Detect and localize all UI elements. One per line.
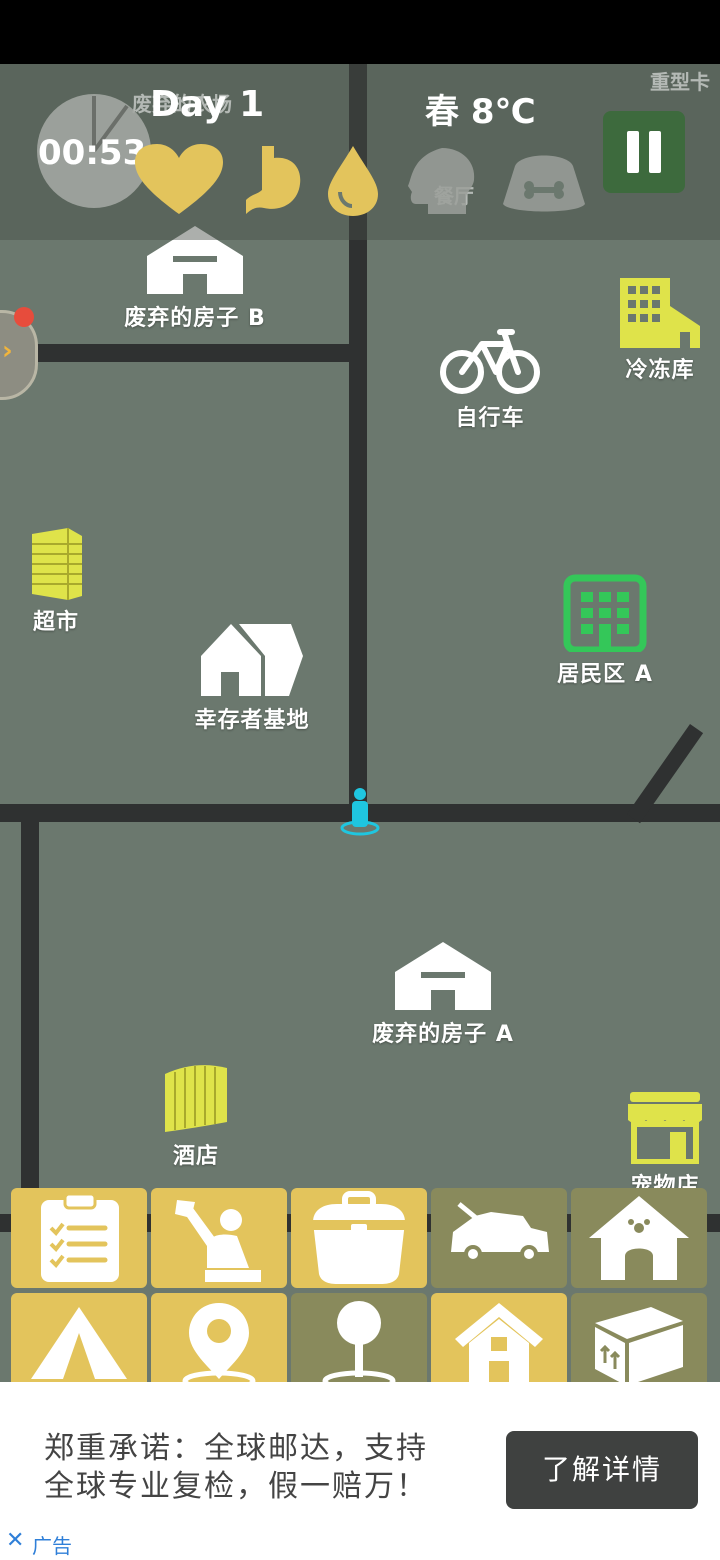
location-label: 超市 [32, 610, 79, 635]
camp-button[interactable] [11, 1293, 147, 1393]
apartment-tower-icon [32, 528, 82, 600]
residential-building-icon [563, 574, 647, 652]
location-pin-icon [182, 1303, 256, 1392]
ad-close-icon[interactable]: ✕ [6, 1528, 24, 1553]
stomach-icon [246, 146, 301, 214]
game-screen: 废弃的房子 B 自行车 冷冻库 超市 幸存者基地 居民区 A 废弃的房子 A 酒… [0, 0, 720, 1560]
crafting-icon [175, 1200, 261, 1282]
chevron-right-icon: › [2, 336, 13, 366]
car-icon [451, 1202, 549, 1263]
pause-button[interactable] [603, 111, 685, 193]
ad-text-line: 郑重承诺：全球邮达，支持 [44, 1431, 428, 1466]
location-label: 自行车 [455, 406, 525, 431]
location-label: 废弃的房子 A [372, 1022, 514, 1047]
water-drop-icon [328, 146, 378, 216]
location-pet-store[interactable]: 宠物店 [610, 1090, 720, 1200]
home-button[interactable] [431, 1293, 567, 1393]
house-icon [395, 942, 491, 1010]
location-button[interactable] [151, 1293, 287, 1393]
location-label: 酒店 [172, 1144, 219, 1169]
crafting-button[interactable] [151, 1188, 287, 1288]
pause-icon [627, 131, 639, 173]
location-label: 居民区 A [557, 662, 653, 687]
map-marker-button[interactable] [291, 1293, 427, 1393]
ad-learn-more-button[interactable]: 了解详情 [506, 1431, 698, 1509]
player-marker-icon [340, 788, 380, 836]
notification-dot [14, 307, 34, 327]
timer-text: 00:53 [38, 133, 147, 173]
heart-icon [135, 144, 223, 214]
pet-house-button[interactable] [571, 1188, 707, 1288]
office-building-icon [620, 278, 700, 348]
backpack-button[interactable] [291, 1188, 427, 1288]
location-residential-a[interactable]: 居民区 A [540, 574, 670, 688]
storage-button[interactable] [571, 1293, 707, 1393]
home-icon [455, 1303, 543, 1387]
backpack-icon [313, 1191, 405, 1284]
location-cold-storage[interactable]: 冷冻库 [600, 276, 720, 384]
road-vertical-left [21, 804, 39, 1244]
faded-location-label: 重型卡 [650, 70, 710, 94]
road-horizontal-top [0, 344, 362, 362]
location-label: 冷冻库 [625, 358, 695, 383]
ad-label: 广告 [32, 1534, 72, 1558]
location-house-a[interactable]: 废弃的房子 A [358, 938, 528, 1048]
status-bar [0, 0, 720, 64]
head-icon [408, 148, 475, 214]
location-label: 废弃的房子 B [124, 306, 266, 331]
pause-icon [649, 131, 661, 173]
location-bicycle[interactable]: 自行车 [420, 322, 560, 432]
vehicle-button[interactable] [431, 1188, 567, 1288]
day-counter: Day 1 [150, 84, 265, 125]
location-hotel[interactable]: 酒店 [150, 1058, 242, 1170]
storefront-icon [628, 1092, 702, 1164]
pet-house-icon [589, 1196, 689, 1280]
bicycle-icon [440, 329, 540, 394]
tasks-button[interactable] [11, 1188, 147, 1288]
ad-text-line: 全球专业复检，假一赔万！ [44, 1469, 428, 1504]
pet-bowl-icon [503, 155, 585, 212]
location-supermarket[interactable]: 超市 [14, 526, 98, 636]
season-temperature: 春 8℃ [425, 92, 536, 132]
ad-text: 郑重承诺：全球邮达，支持 全球专业复检，假一赔万！ [44, 1430, 484, 1506]
hotel-building-icon [165, 1065, 227, 1132]
clipboard-icon [41, 1192, 119, 1282]
box-icon [595, 1307, 683, 1385]
base-shelter-icon [201, 624, 303, 696]
location-label: 幸存者基地 [194, 708, 310, 733]
tent-icon [31, 1307, 127, 1379]
map-marker-icon [322, 1301, 396, 1392]
location-survivor-base[interactable]: 幸存者基地 [176, 622, 328, 734]
